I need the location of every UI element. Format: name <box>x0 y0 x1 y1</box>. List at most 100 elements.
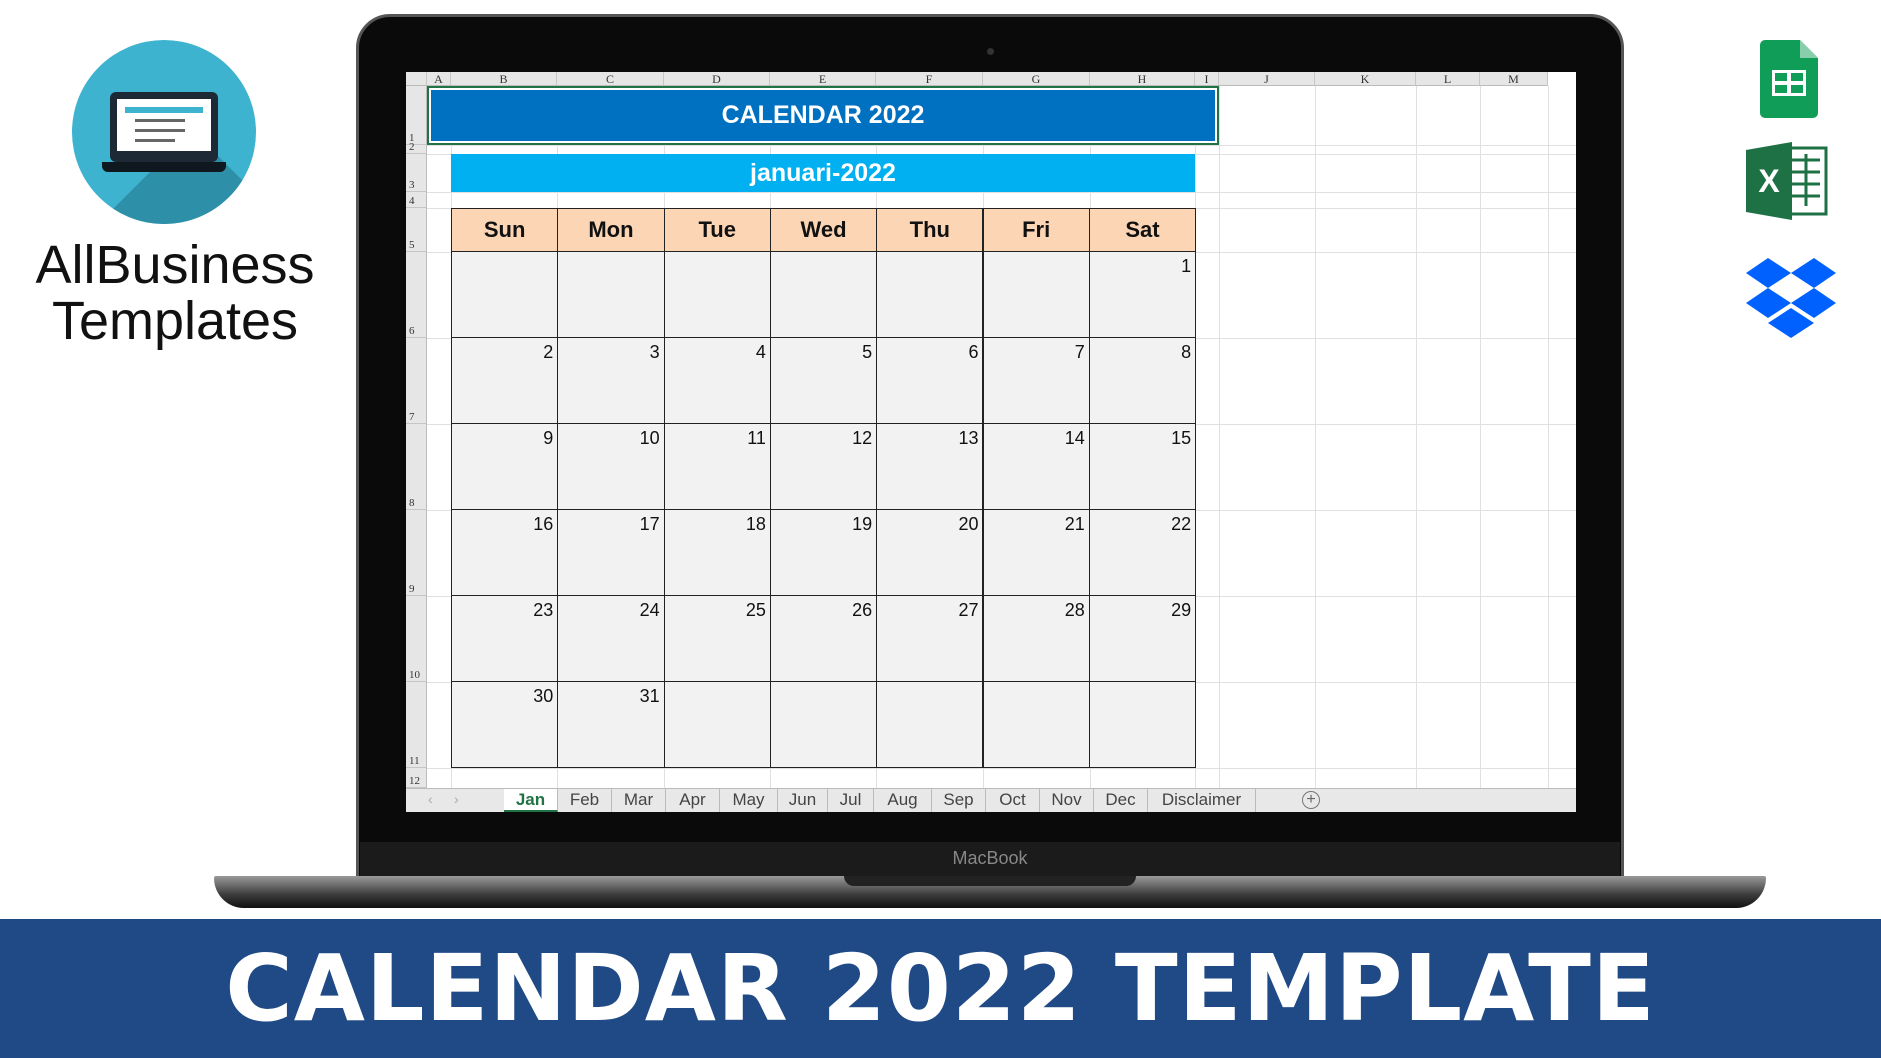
weekday-header: Wed <box>769 208 878 252</box>
day-cell[interactable] <box>876 681 984 768</box>
month-title[interactable]: januari-2022 <box>451 154 1195 192</box>
day-cell[interactable]: 28 <box>982 595 1090 682</box>
excel-icon: X <box>1746 142 1828 220</box>
day-cell[interactable] <box>876 251 984 338</box>
weekday-header: Tue <box>663 208 771 252</box>
row-header-11[interactable]: 11 <box>406 682 427 768</box>
column-header-F[interactable]: F <box>876 72 983 86</box>
tab-dec[interactable]: Dec <box>1094 789 1148 812</box>
day-cell[interactable]: 6 <box>876 337 984 424</box>
day-cell[interactable]: 16 <box>451 509 559 596</box>
day-cell[interactable]: 26 <box>769 595 878 682</box>
tab-nov[interactable]: Nov <box>1040 789 1094 812</box>
day-cell[interactable]: 2 <box>451 337 559 424</box>
tab-oct[interactable]: Oct <box>986 789 1040 812</box>
day-cell[interactable]: 22 <box>1088 509 1197 596</box>
day-cell[interactable]: 15 <box>1088 423 1197 510</box>
tab-feb[interactable]: Feb <box>558 789 612 812</box>
tab-jul[interactable]: Jul <box>828 789 874 812</box>
day-cell[interactable]: 7 <box>982 337 1090 424</box>
day-cell[interactable]: 9 <box>451 423 559 510</box>
column-header-D[interactable]: D <box>664 72 770 86</box>
day-cell[interactable]: 23 <box>451 595 559 682</box>
column-header-G[interactable]: G <box>983 72 1090 86</box>
row-header-8[interactable]: 8 <box>406 424 427 510</box>
day-cell[interactable]: 27 <box>876 595 984 682</box>
add-sheet-icon[interactable]: + <box>1302 791 1320 809</box>
sheet-tabs: ‹ › Jan Feb Mar Apr May Jun Jul Aug Sep Oct Nov Dec… <box>406 788 1576 812</box>
day-cell[interactable]: 14 <box>982 423 1090 510</box>
column-header-M[interactable]: M <box>1480 72 1548 86</box>
row-header-5[interactable]: 5 <box>406 208 427 252</box>
brand-line1: AllBusiness <box>35 235 315 295</box>
google-sheets-icon <box>1760 40 1818 118</box>
day-cell[interactable] <box>982 251 1090 338</box>
row-header-7[interactable]: 7 <box>406 338 427 424</box>
day-cell[interactable] <box>557 251 665 338</box>
tab-mar[interactable]: Mar <box>612 789 666 812</box>
select-all[interactable] <box>406 72 427 86</box>
day-cell[interactable] <box>982 681 1090 768</box>
column-header-H[interactable]: H <box>1090 72 1195 86</box>
weekday-header: Thu <box>876 208 984 252</box>
day-cell[interactable]: 4 <box>663 337 771 424</box>
day-cell[interactable]: 10 <box>557 423 665 510</box>
tab-scroll-left-icon[interactable]: ‹ <box>428 791 433 807</box>
tab-may[interactable]: May <box>720 789 778 812</box>
banner-title: CALENDAR 2022 TEMPLATE <box>0 919 1881 1058</box>
day-cell[interactable]: 20 <box>876 509 984 596</box>
column-header-J[interactable]: J <box>1219 72 1315 86</box>
column-header-C[interactable]: C <box>557 72 664 86</box>
day-cell[interactable] <box>663 681 771 768</box>
laptop-logo-icon <box>110 92 218 162</box>
row-header-10[interactable]: 10 <box>406 596 427 682</box>
day-cell[interactable]: 11 <box>663 423 771 510</box>
weekday-header: Fri <box>982 208 1090 252</box>
day-cell[interactable]: 8 <box>1088 337 1197 424</box>
tab-disclaimer[interactable]: Disclaimer <box>1148 789 1256 812</box>
day-cell[interactable]: 30 <box>451 681 559 768</box>
weekday-header: Mon <box>557 208 665 252</box>
laptop-label: MacBook <box>952 848 1028 868</box>
tab-aug[interactable]: Aug <box>874 789 932 812</box>
row-header-2[interactable]: 2 <box>406 141 427 154</box>
day-cell[interactable]: 19 <box>769 509 878 596</box>
day-cell[interactable] <box>451 251 559 338</box>
brand-line2: Templates <box>51 291 299 351</box>
tab-jan[interactable]: Jan <box>504 789 558 812</box>
day-cell[interactable]: 25 <box>663 595 771 682</box>
day-cell[interactable]: 18 <box>663 509 771 596</box>
tab-jun[interactable]: Jun <box>778 789 828 812</box>
row-header-6[interactable]: 6 <box>406 252 427 338</box>
column-header-L[interactable]: L <box>1416 72 1480 86</box>
day-cell[interactable]: 12 <box>769 423 878 510</box>
day-cell[interactable]: 3 <box>557 337 665 424</box>
day-cell[interactable]: 31 <box>557 681 665 768</box>
day-cell[interactable]: 29 <box>1088 595 1197 682</box>
row-header-4[interactable]: 4 <box>406 192 427 208</box>
day-cell[interactable]: 1 <box>1088 251 1197 338</box>
day-cell[interactable]: 17 <box>557 509 665 596</box>
column-header-B[interactable]: B <box>451 72 557 86</box>
day-cell[interactable]: 13 <box>876 423 984 510</box>
tab-apr[interactable]: Apr <box>666 789 720 812</box>
row-header-3[interactable]: 3 <box>406 154 427 192</box>
row-header-12[interactable]: 12 <box>406 768 427 788</box>
day-cell[interactable] <box>1088 681 1197 768</box>
column-header-A[interactable]: A <box>427 72 451 86</box>
weekday-header: Sat <box>1088 208 1197 252</box>
row-header-1[interactable]: 1 <box>406 86 427 145</box>
tab-sep[interactable]: Sep <box>932 789 986 812</box>
day-cell[interactable]: 5 <box>769 337 878 424</box>
day-cell[interactable]: 24 <box>557 595 665 682</box>
day-cell[interactable]: 21 <box>982 509 1090 596</box>
row-header-9[interactable]: 9 <box>406 510 427 596</box>
column-header-K[interactable]: K <box>1315 72 1416 86</box>
day-cell[interactable] <box>663 251 771 338</box>
day-cell[interactable] <box>769 251 878 338</box>
column-header-E[interactable]: E <box>770 72 876 86</box>
day-cell[interactable] <box>769 681 878 768</box>
calendar-title[interactable]: CALENDAR 2022 <box>427 86 1219 145</box>
column-header-I[interactable]: I <box>1195 72 1219 86</box>
tab-scroll-right-icon[interactable]: › <box>454 791 459 807</box>
